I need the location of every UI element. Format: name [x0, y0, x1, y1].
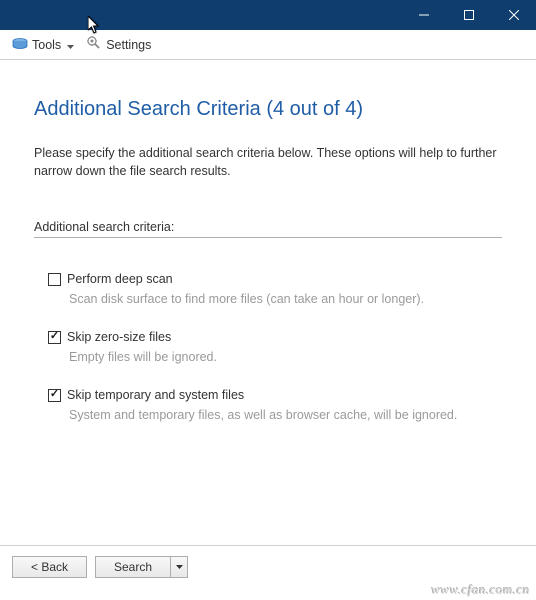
drive-icon	[12, 38, 28, 52]
settings-menu[interactable]: Settings	[82, 33, 155, 56]
option-deep-scan: Perform deep scan Scan disk surface to f…	[48, 272, 502, 306]
option-skip-temp: Skip temporary and system files System a…	[48, 388, 502, 422]
wizard-footer: < Back Search	[0, 545, 536, 578]
tools-menu-label: Tools	[32, 38, 61, 52]
skip-temp-checkbox[interactable]	[48, 389, 61, 402]
deep-scan-checkbox[interactable]	[48, 273, 61, 286]
maximize-button[interactable]	[446, 0, 491, 30]
page-title: Additional Search Criteria (4 out of 4)	[34, 98, 502, 121]
section-label: Additional search criteria:	[34, 220, 502, 238]
search-button[interactable]: Search	[95, 556, 170, 578]
main-content: Additional Search Criteria (4 out of 4) …	[0, 60, 536, 422]
search-button-group: Search	[95, 556, 188, 578]
settings-menu-label: Settings	[106, 38, 151, 52]
skip-temp-label: Skip temporary and system files	[67, 388, 244, 402]
tools-menu[interactable]: Tools	[8, 36, 78, 54]
instruction-text: Please specify the additional search cri…	[34, 145, 502, 180]
option-skip-zero: Skip zero-size files Empty files will be…	[48, 330, 502, 364]
deep-scan-desc: Scan disk surface to find more files (ca…	[69, 292, 502, 306]
back-button[interactable]: < Back	[12, 556, 87, 578]
watermark-text: www.cfan.com.cn	[431, 582, 530, 598]
app-toolbar: Tools Settings	[0, 30, 536, 60]
chevron-down-icon	[67, 38, 74, 52]
minimize-button[interactable]	[401, 0, 446, 30]
skip-temp-desc: System and temporary files, as well as b…	[69, 408, 502, 422]
skip-zero-label: Skip zero-size files	[67, 330, 171, 344]
skip-zero-desc: Empty files will be ignored.	[69, 350, 502, 364]
gear-search-icon	[86, 35, 102, 54]
search-dropdown-button[interactable]	[170, 556, 188, 578]
close-button[interactable]	[491, 0, 536, 30]
deep-scan-label: Perform deep scan	[67, 272, 173, 286]
chevron-down-icon	[176, 565, 183, 569]
skip-zero-checkbox[interactable]	[48, 331, 61, 344]
window-titlebar	[0, 0, 536, 30]
